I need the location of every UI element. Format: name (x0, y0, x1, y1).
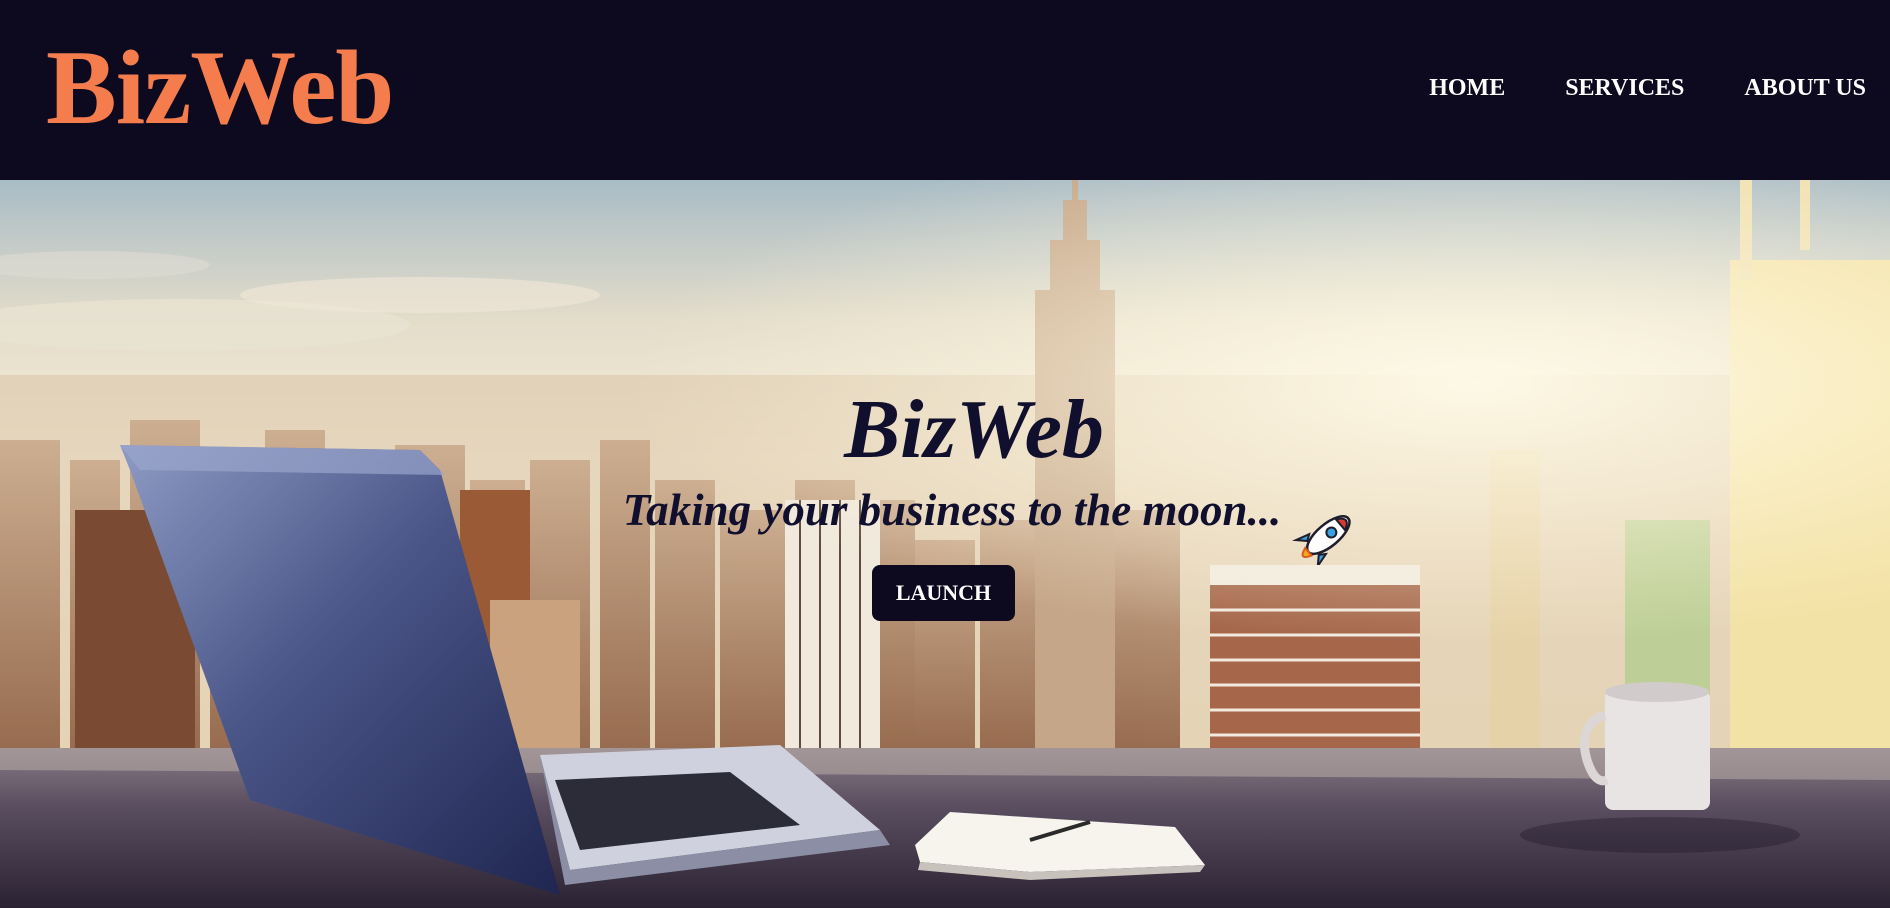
main-nav: HOME SERVICES ABOUT US (1369, 72, 1866, 104)
launch-button[interactable]: LAUNCH (872, 565, 1015, 621)
hero-section: BizWeb Taking your business to the moon.… (0, 180, 1890, 908)
hero-content: BizWeb Taking your business to the moon.… (0, 180, 1890, 908)
nav-link-home[interactable]: HOME (1429, 72, 1505, 104)
nav-link-about-us[interactable]: ABOUT US (1744, 72, 1866, 104)
hero-title: BizWeb (844, 383, 1104, 476)
site-header: BizWeb HOME SERVICES ABOUT US (0, 0, 1890, 180)
site-logo[interactable]: BizWeb (46, 26, 394, 150)
hero-subtitle: Taking your business to the moon... (0, 482, 1890, 565)
hero-subtitle-text: Taking your business to the moon... (622, 485, 1282, 535)
nav-link-services[interactable]: SERVICES (1565, 72, 1684, 104)
